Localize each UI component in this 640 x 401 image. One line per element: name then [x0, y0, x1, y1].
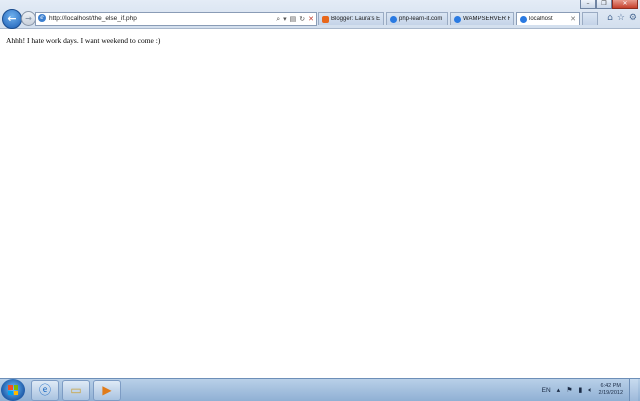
- refresh-icon[interactable]: ↻: [299, 13, 305, 25]
- media-player-icon: ▶: [102, 383, 112, 397]
- tab-label: php-learn-it.com: [399, 16, 443, 22]
- taskbar-internet-explorer[interactable]: ⓔ: [31, 380, 59, 401]
- search-icon[interactable]: ⌕: [276, 13, 280, 25]
- forward-button[interactable]: →: [21, 11, 36, 26]
- browser-toolbar: – ❐ ✕ ← → e http://localhost/the_else_if…: [0, 0, 640, 29]
- tab-blogger[interactable]: Blogger: Laura's E...: [318, 12, 384, 25]
- tab-wampserver[interactable]: WAMPSERVER H...: [450, 12, 514, 25]
- ie-page-icon: e: [38, 14, 46, 22]
- tab-label: Blogger: Laura's E...: [331, 16, 380, 22]
- start-button[interactable]: [1, 379, 25, 401]
- taskbar: ⓔ ▭ ▶ EN ▴ ⚑ ▮ 🔈︎ 6:42 PM 2/19/2012: [0, 378, 640, 401]
- tab-label: WAMPSERVER H...: [463, 16, 510, 22]
- close-tab-icon[interactable]: ✕: [570, 13, 576, 26]
- tab-php-learn-it[interactable]: php-learn-it.com: [386, 12, 448, 25]
- stop-icon[interactable]: ✕: [308, 13, 314, 25]
- home-icon[interactable]: ⌂: [607, 12, 613, 24]
- tab-strip: Blogger: Laura's E... php-learn-it.com W…: [318, 12, 598, 26]
- ie-page-icon: [454, 15, 461, 23]
- address-bar[interactable]: e http://localhost/the_else_if.php ⌕ ▾ ▤…: [35, 12, 317, 26]
- network-icon[interactable]: ▮: [578, 386, 582, 394]
- page-viewport: Ahhh! I hate work days. I want weekend t…: [0, 29, 640, 379]
- address-url[interactable]: http://localhost/the_else_if.php: [49, 13, 137, 25]
- ie-page-icon: [520, 15, 527, 23]
- compatibility-view-icon[interactable]: ▤: [290, 13, 297, 25]
- command-icons: ⌂ ☆ ⚙: [607, 12, 637, 24]
- minimize-button[interactable]: –: [580, 0, 596, 9]
- back-button[interactable]: ←: [2, 9, 22, 29]
- folder-icon: ▭: [70, 383, 82, 397]
- clock-time: 6:42 PM: [600, 383, 621, 389]
- action-center-flag-icon[interactable]: ⚑: [566, 386, 572, 394]
- gear-icon[interactable]: ⚙: [629, 12, 637, 24]
- ie-page-icon: [390, 15, 397, 23]
- new-tab-button[interactable]: [582, 12, 598, 25]
- close-window-button[interactable]: ✕: [612, 0, 638, 9]
- star-icon[interactable]: ☆: [617, 12, 625, 24]
- window-controls: – ❐ ✕: [580, 0, 638, 9]
- windows-logo-icon: [8, 385, 18, 395]
- back-arrow-icon: ←: [7, 12, 17, 25]
- show-desktop-button[interactable]: [629, 379, 638, 401]
- show-hidden-icons-icon[interactable]: ▴: [557, 386, 561, 394]
- blogger-icon: [322, 15, 329, 23]
- taskbar-media-player[interactable]: ▶: [93, 380, 121, 401]
- clock[interactable]: 6:42 PM 2/19/2012: [599, 383, 623, 397]
- clock-date: 2/19/2012: [598, 390, 623, 396]
- volume-icon[interactable]: 🔈︎: [588, 386, 592, 395]
- system-tray: EN ▴ ⚑ ▮ 🔈︎ 6:42 PM 2/19/2012: [542, 379, 638, 401]
- taskbar-windows-explorer[interactable]: ▭: [62, 380, 90, 401]
- internet-explorer-icon: ⓔ: [38, 383, 51, 397]
- tab-label: localhost: [529, 16, 553, 22]
- restore-button[interactable]: ❐: [596, 0, 612, 9]
- dropdown-icon[interactable]: ▾: [283, 13, 287, 25]
- tab-localhost[interactable]: localhost ✕: [516, 12, 580, 25]
- language-indicator[interactable]: EN: [542, 387, 551, 394]
- address-bar-tools: ⌕ ▾ ▤ ↻ ✕: [276, 13, 314, 25]
- page-text: Ahhh! I hate work days. I want weekend t…: [6, 36, 161, 45]
- forward-arrow-icon: →: [25, 14, 32, 23]
